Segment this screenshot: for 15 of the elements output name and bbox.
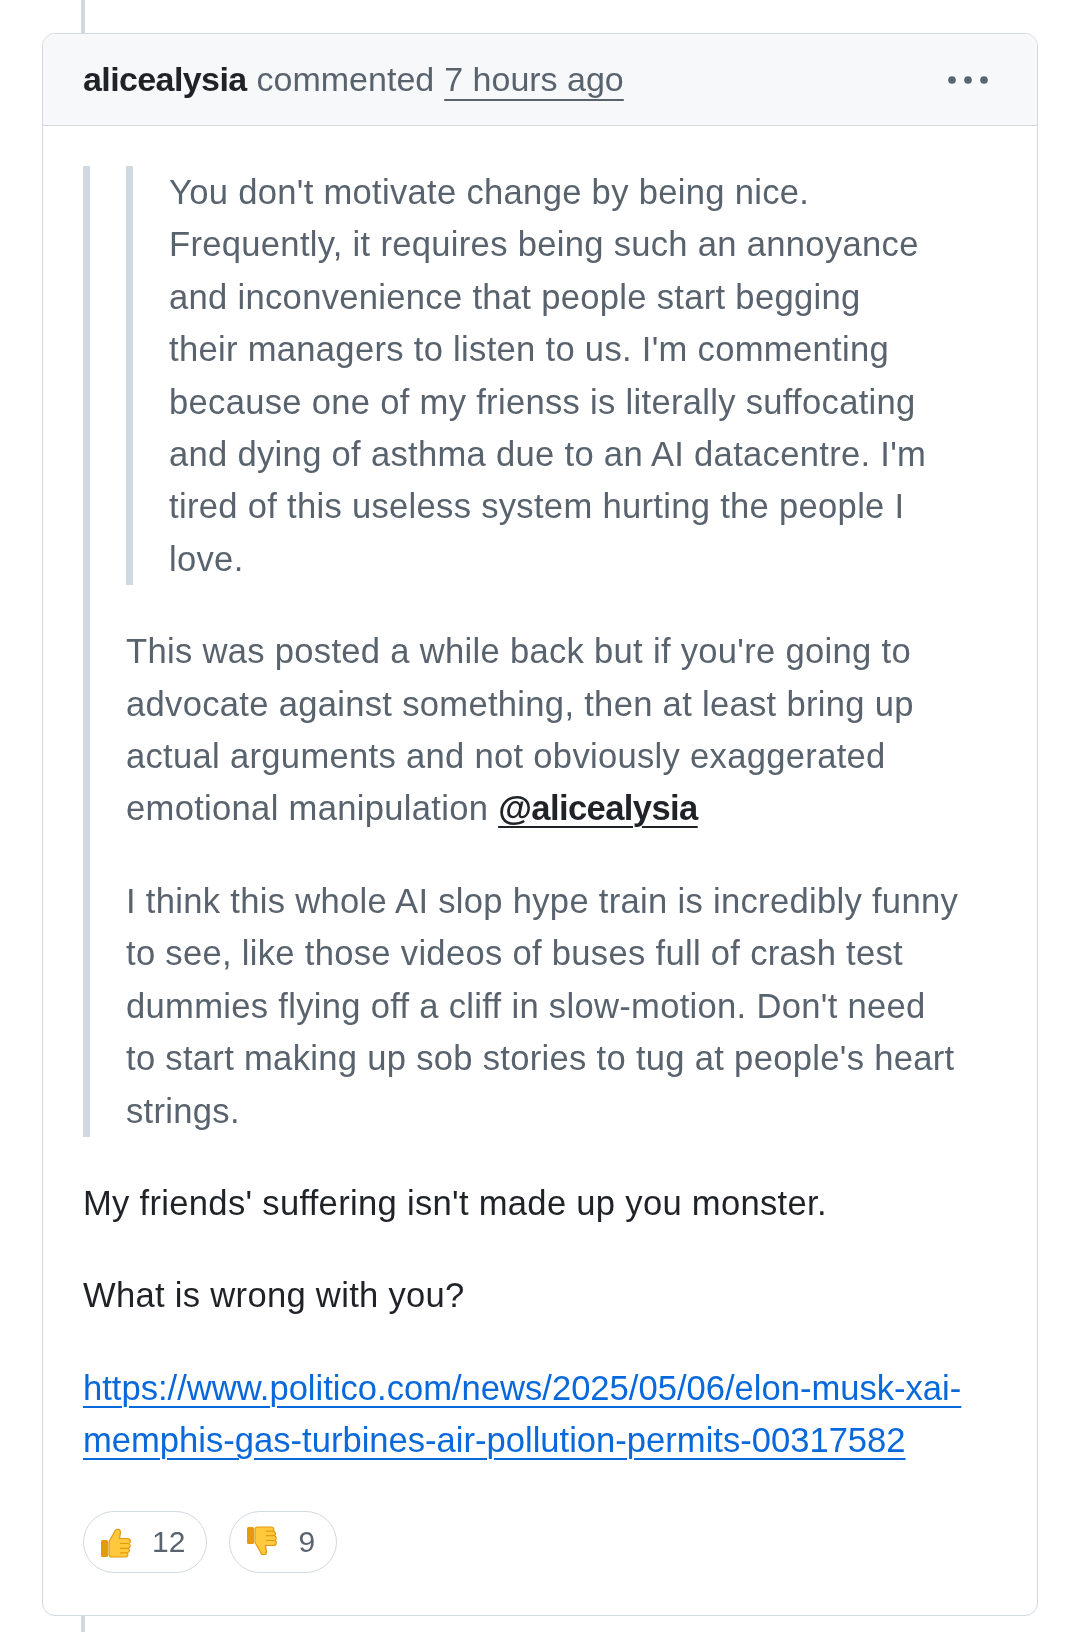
ellipsis-icon — [948, 75, 988, 84]
comment-paragraph: What is wrong with you? — [83, 1275, 466, 1317]
mention-link[interactable]: @alicealysia — [498, 789, 698, 828]
quoted-paragraph: This was posted a while back but if you're going to advocate against something, then at least bring up actual arguments and not obviously exaggerated emotional manipulation @alicealysia — [126, 631, 915, 830]
reaction-button[interactable]: 12 — [83, 1510, 208, 1573]
timestamp-link[interactable]: 7 hours ago — [444, 60, 624, 99]
author-link[interactable]: alicealysia — [83, 60, 247, 99]
quoted-paragraph: You don't motivate change by being nice. Frequently, it requires being such an annoyance and inconvenience that people start begging their managers to listen to us. I'm commenting because one of my frienss is literally suffocating and dying of asthma due to an AI datacentre. I'm tired of this useless system hurting the people I love. — [169, 172, 928, 580]
thumbs-down-icon — [246, 1525, 279, 1558]
quoted-paragraph: I think this whole AI slop hype train is incredibly funny to see, like those videos of buses full of crash test dummies flying off a cliff in slow-motion. Don't need to start making up sob stories to tug at people's heart strings. — [126, 880, 960, 1132]
url-link[interactable]: https://www.politico.com/news/2025/05/06/elon-musk-xai-memphis-gas-turbines-air-pollution-permits-00317582 — [83, 1361, 964, 1467]
more-options-button[interactable] — [948, 75, 988, 84]
comment-paragraph: My friends' suffering isn't made up you monster. — [83, 1182, 828, 1224]
reaction-button[interactable]: 9 — [229, 1510, 338, 1573]
action-text: commented — [256, 60, 435, 99]
